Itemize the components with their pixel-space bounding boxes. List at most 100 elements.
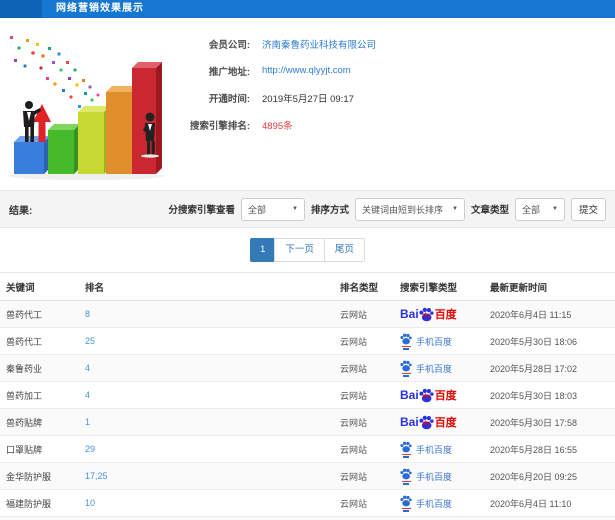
mobile-baidu-underline-blue: [403, 483, 409, 485]
chevron-down-icon: ▼: [452, 206, 458, 212]
keyword-cell: 兽药代工: [6, 309, 43, 320]
mobile-baidu-paw-icon: [400, 360, 412, 377]
chevron-down-icon: ▼: [552, 206, 558, 212]
search-engine-cell: 手机百度: [400, 495, 488, 512]
baidu-logo: Bai du 百度: [400, 306, 457, 322]
filter-bar: 结果: 分搜索引擎查看 全部 ▼ 排序方式 关键词由短到长排序 ▼ 文章类型 全…: [0, 190, 615, 228]
baidu-paw-icon: du: [419, 388, 434, 403]
rank-link[interactable]: 4: [85, 363, 90, 373]
page-header: 网络营销效果展示: [0, 0, 615, 18]
search-engine-cell: 手机百度: [400, 468, 488, 485]
rank-cell: 4: [85, 390, 340, 400]
pagination: 1 下一页 尾页: [0, 228, 615, 272]
submit-button[interactable]: 提交: [570, 197, 606, 221]
baidu-logo-cn: 百度: [434, 417, 457, 429]
rank-type-cell: 云网站: [340, 498, 368, 509]
header-accent-block: [0, 0, 42, 18]
rank-cell: 29: [85, 444, 340, 454]
keyword-cell: 秦鲁药业: [6, 363, 43, 374]
article-type-filter-value: 全部: [521, 204, 540, 215]
table-header-cell: 最新更新时间: [490, 282, 548, 294]
bar-green: [48, 124, 80, 174]
info-value-link[interactable]: http://www.qlyyjt.com: [262, 65, 351, 76]
info-row: 开通时间: 2019年5月27日 09:17: [158, 84, 376, 111]
mobile-baidu-underline-red: [401, 507, 411, 509]
rank-link[interactable]: 8: [85, 309, 90, 319]
article-type-filter-select[interactable]: 全部 ▼: [514, 197, 565, 221]
keyword-cell: 口罩贴牌: [6, 444, 43, 455]
updated-time-cell: 2020年5月28日 17:02: [490, 363, 578, 374]
baidu-logo-cn: 百度: [434, 309, 457, 321]
table-header-cell: 排名: [85, 282, 105, 294]
mobile-baidu-label: 手机百度: [416, 363, 453, 374]
engine-filter-label: 分搜索引擎查看: [168, 205, 235, 216]
keyword-cell: 兽药加工: [6, 390, 43, 401]
baidu-paw-icon: du: [419, 415, 434, 430]
baidu-logo-du: du: [422, 394, 431, 400]
table-row: 兽药贴牌 1 云网站 Bai du 百度 2020年5月30日 17:58: [0, 409, 615, 436]
mobile-baidu-paw-icon: [400, 441, 412, 458]
info-value-link[interactable]: 济南秦鲁药业科技有限公司: [262, 37, 376, 51]
table-row: 兽药代工 8 云网站 Bai du 百度 2020年6月4日 11:15: [0, 301, 615, 328]
keyword-cell: 兽药贴牌: [6, 417, 43, 428]
article-type-filter-label: 文章类型: [470, 205, 509, 216]
filter-controls: 分搜索引擎查看 全部 ▼ 排序方式 关键词由短到长排序 ▼ 文章类型 全部 ▼ …: [168, 197, 606, 221]
baidu-logo-latin: Bai: [400, 388, 419, 402]
mobile-baidu-underline-red: [401, 345, 411, 347]
sort-filter-select[interactable]: 关键词由短到长排序 ▼: [354, 197, 465, 221]
rank-cell: 4: [85, 363, 340, 373]
mobile-baidu-underline-blue: [403, 375, 409, 377]
info-label: 会员公司:: [208, 39, 250, 51]
baidu-logo-du: du: [422, 313, 431, 319]
info-value: 2019年5月27日 09:17: [262, 93, 354, 105]
table-header-cell: 搜索引擎类型: [400, 282, 458, 294]
page-title: 网络营销效果展示: [56, 3, 144, 14]
keyword-cell: 福建防护服: [6, 498, 52, 509]
rank-link[interactable]: 1: [85, 417, 90, 427]
mobile-baidu-underline-red: [401, 480, 411, 482]
mobile-baidu-underline-red: [401, 372, 411, 374]
rank-type-cell: 云网站: [340, 363, 368, 374]
rank-link[interactable]: 10: [85, 498, 95, 508]
rank-link[interactable]: 17,25: [85, 471, 108, 481]
table-row: 秦鲁药业 4 云网站 手机百度 2020年5月28日 17:02: [0, 355, 615, 382]
mobile-baidu-logo: 手机百度: [400, 360, 452, 377]
rank-link[interactable]: 4: [85, 390, 90, 400]
baidu-logo-du: du: [422, 421, 431, 427]
pagination-next[interactable]: 下一页: [274, 238, 325, 262]
table-header-row: 关键词 排名 排名类型 搜索引擎类型 最新更新时间: [0, 273, 615, 301]
info-label: 推广地址:: [208, 66, 250, 78]
pagination-last[interactable]: 尾页: [323, 238, 365, 262]
bar-chart-clipart-image: [9, 36, 165, 180]
rank-cell: 17,25: [85, 471, 340, 481]
rank-cell: 8: [85, 309, 340, 319]
mobile-baidu-underline-red: [401, 453, 411, 455]
info-label: 搜索引擎排名:: [189, 120, 250, 132]
engine-filter-select[interactable]: 全部 ▼: [240, 197, 305, 221]
updated-time-cell: 2020年6月4日 11:10: [490, 498, 572, 509]
rank-link[interactable]: 25: [85, 336, 95, 346]
info-row: 推广地址: http://www.qlyyjt.com: [158, 57, 376, 84]
baidu-logo-latin: Bai: [400, 415, 419, 429]
baidu-paw-icon: du: [419, 307, 434, 322]
mobile-baidu-label: 手机百度: [416, 336, 453, 347]
mobile-baidu-paw-icon: [400, 333, 412, 350]
baidu-logo: Bai du 百度: [400, 387, 457, 403]
baidu-logo-latin: Bai: [400, 307, 419, 321]
search-engine-cell: Bai du 百度: [400, 414, 488, 430]
table-body: 兽药代工 8 云网站 Bai du 百度 2020年6月4日 11:15 兽药代工 25 云网站手…: [0, 301, 615, 520]
rank-type-cell: 云网站: [340, 417, 368, 428]
info-row: 搜索引擎排名: 4895条: [158, 111, 376, 138]
keyword-cell: 兽药代工: [6, 336, 43, 347]
rank-link[interactable]: 29: [85, 444, 95, 454]
keyword-cell: 金华防护服: [6, 471, 52, 482]
pagination-page-1[interactable]: 1: [250, 238, 276, 262]
mobile-baidu-label: 手机百度: [416, 444, 453, 455]
updated-time-cell: 2020年5月30日 18:03: [490, 390, 578, 401]
table-row: 兽药加工 4 云网站 Bai du 百度 2020年5月30日 18:03: [0, 382, 615, 409]
results-table: 关键词 排名 排名类型 搜索引擎类型 最新更新时间 兽药代工 8 云网站 Bai du 百度 202…: [0, 272, 615, 520]
mobile-baidu-underline-blue: [403, 510, 409, 512]
updated-time-cell: 2020年5月30日 18:06: [490, 336, 578, 347]
engine-filter-value: 全部: [247, 204, 266, 215]
baidu-logo: Bai du 百度: [400, 414, 457, 430]
